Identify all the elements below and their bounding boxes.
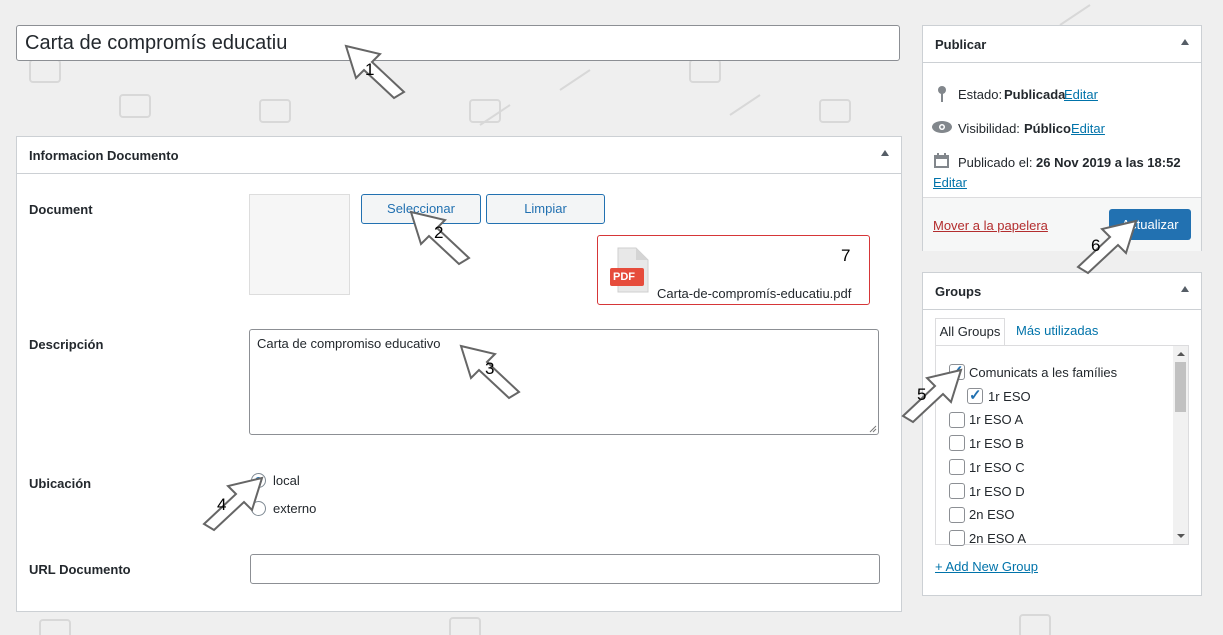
tab-most-used[interactable]: Más utilizadas [1016, 323, 1098, 338]
status-label: Estado: [958, 87, 1003, 102]
scrollbar-thumb[interactable] [1175, 362, 1186, 412]
published-label: Publicado el: [958, 155, 1033, 170]
collapse-toggle-icon[interactable] [1181, 39, 1189, 45]
radio-local-label: local [273, 473, 300, 488]
group-checkbox[interactable] [949, 507, 965, 523]
clear-button[interactable]: Limpiar [486, 194, 605, 224]
status-edit-link[interactable]: Editar [1064, 87, 1098, 102]
group-label: 2n ESO [969, 507, 1015, 522]
radio-externo-label: externo [273, 501, 317, 516]
visibility-label: Visibilidad: [958, 121, 1020, 136]
scrollbar[interactable] [1173, 346, 1188, 544]
annotation-number: 4 [217, 495, 227, 514]
pdf-file-icon [610, 247, 649, 293]
published-edit-link[interactable]: Editar [933, 175, 967, 190]
tab-all-groups[interactable]: All Groups [935, 318, 1005, 345]
publish-title: Publicar [935, 37, 987, 52]
group-label: 1r ESO [988, 389, 1031, 404]
group-checkbox[interactable] [949, 483, 965, 499]
resize-handle-icon [869, 425, 877, 433]
pointer-arrow-icon [409, 210, 471, 266]
description-value: Carta de compromiso educativo [257, 336, 441, 351]
group-checkbox[interactable] [949, 435, 965, 451]
document-info-header[interactable]: Informacion Documento [17, 137, 901, 174]
post-title-input[interactable]: Carta de compromís educatiu [16, 25, 900, 61]
document-label: Document [29, 202, 93, 217]
description-textarea[interactable]: Carta de compromiso educativo [249, 329, 879, 435]
document-thumbnail [249, 194, 350, 295]
pin-icon [938, 86, 946, 102]
group-checkbox[interactable] [949, 530, 965, 546]
visibility-value: Público [1024, 121, 1071, 136]
status-value: Publicada [1004, 87, 1066, 102]
annotation-number: 3 [485, 359, 495, 378]
group-label: 1r ESO D [969, 484, 1025, 499]
pointer-arrow-icon [202, 476, 264, 532]
annotation-number: 2 [434, 223, 444, 242]
group-label: Comunicats a les famílies [969, 365, 1118, 380]
pointer-arrow-icon [1076, 219, 1138, 275]
collapse-toggle-icon[interactable] [881, 150, 889, 156]
group-checkbox[interactable] [949, 459, 965, 475]
trash-link[interactable]: Mover a la papelera [933, 218, 1048, 233]
groups-title: Groups [935, 284, 982, 299]
file-card[interactable]: PDF Carta-de-compromís-educatiu.pdf [597, 235, 870, 305]
group-label: 1r ESO A [969, 412, 1024, 427]
url-input[interactable] [250, 554, 880, 584]
pointer-arrow-icon [344, 44, 406, 100]
group-label: 2n ESO A [969, 531, 1027, 546]
pdf-badge: PDF [613, 271, 635, 283]
document-info-title: Informacion Documento [29, 148, 179, 163]
description-label: Descripción [29, 337, 104, 352]
annotation-number: 7 [841, 246, 851, 265]
group-label: 1r ESO B [969, 436, 1024, 451]
pointer-arrow-icon [901, 368, 963, 424]
annotation-number: 5 [917, 385, 927, 404]
location-label: Ubicación [29, 476, 92, 491]
calendar-icon [934, 153, 949, 168]
add-new-group-link[interactable]: + Add New Group [935, 559, 1038, 574]
scrollbar-up-icon[interactable] [1177, 352, 1185, 356]
annotation-number: 1 [365, 60, 375, 79]
file-name: Carta-de-compromís-educatiu.pdf [657, 286, 852, 301]
visibility-edit-link[interactable]: Editar [1071, 121, 1105, 136]
collapse-toggle-icon[interactable] [1181, 286, 1189, 292]
published-value: 26 Nov 2019 a las 18:52 [1036, 155, 1181, 170]
pointer-arrow-icon [459, 344, 521, 400]
publish-header[interactable]: Publicar [923, 26, 1201, 63]
group-checkbox[interactable] [967, 386, 983, 404]
url-label: URL Documento [29, 562, 131, 577]
scrollbar-down-icon[interactable] [1177, 534, 1185, 538]
eye-icon [932, 121, 952, 133]
group-label: 1r ESO C [969, 460, 1025, 475]
groups-header[interactable]: Groups [923, 273, 1201, 310]
annotation-number: 6 [1091, 236, 1101, 255]
